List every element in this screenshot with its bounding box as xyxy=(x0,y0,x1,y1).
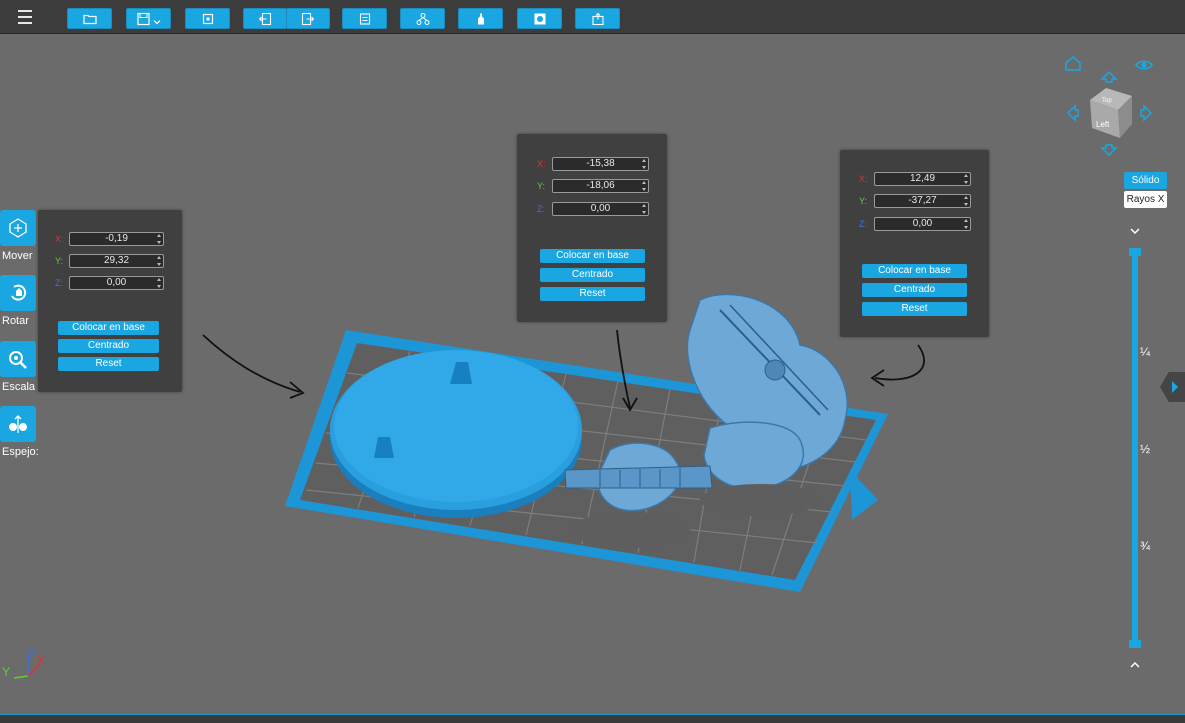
axis-x-label: X xyxy=(37,653,45,667)
print-button[interactable] xyxy=(575,8,620,29)
y-input[interactable]: -37,27 xyxy=(874,194,971,208)
x-label: X: xyxy=(859,174,868,184)
x-input[interactable]: -15,38 xyxy=(552,157,649,171)
z-input[interactable]: 0,00 xyxy=(552,202,649,216)
axis-z-label: Z xyxy=(29,647,36,661)
z-input[interactable]: 0,00 xyxy=(69,276,164,290)
mirror-label: Espejo: xyxy=(2,446,39,458)
move-label: Mover xyxy=(2,250,33,262)
move-tool[interactable]: Mover xyxy=(0,210,37,262)
save-button[interactable] xyxy=(126,8,171,29)
x-label: X: xyxy=(55,234,64,244)
mirror-tool[interactable]: Espejo: xyxy=(0,406,39,458)
x-input[interactable]: -0,19 xyxy=(69,232,164,246)
supports-button[interactable] xyxy=(400,8,445,29)
solid-view-button[interactable]: Sólido xyxy=(1124,172,1167,189)
redo-icon xyxy=(301,12,315,25)
slider-bottom-handle[interactable] xyxy=(1129,640,1141,648)
y-input[interactable]: 29,32 xyxy=(69,254,164,268)
x-input[interactable]: 12,49 xyxy=(874,172,971,186)
z-label: Z: xyxy=(55,278,63,288)
rotate-icon[interactable] xyxy=(0,275,36,311)
slider-half-label: ½ xyxy=(1140,442,1151,456)
import-icon xyxy=(202,13,213,24)
hamburger-menu-icon[interactable] xyxy=(8,6,42,28)
move-panel-middle: X: -15,38 Y: -18,06 Z: 0,00 Colocar en b… xyxy=(517,134,667,322)
view-right-arrow-icon[interactable] xyxy=(1140,104,1153,122)
z-label: Z: xyxy=(859,219,867,229)
hollow-button[interactable] xyxy=(458,8,503,29)
top-toolbar xyxy=(0,0,1185,34)
y-label: Y: xyxy=(537,181,546,191)
reset-button[interactable]: Reset xyxy=(862,302,967,316)
z-input[interactable]: 0,00 xyxy=(874,217,971,231)
view-down-arrow-icon[interactable] xyxy=(1100,144,1118,157)
center-button[interactable]: Centrado xyxy=(540,268,645,282)
place-on-base-button[interactable]: Colocar en base xyxy=(862,264,967,278)
view-up-arrow-icon[interactable] xyxy=(1100,70,1118,83)
y-label: Y: xyxy=(859,196,868,206)
cube-face-label: Left xyxy=(1096,120,1110,129)
rotate-label: Rotar xyxy=(2,315,29,327)
scale-tool[interactable]: Escala xyxy=(0,341,37,393)
x-label: X: xyxy=(537,159,546,169)
view-cube[interactable]: Left Top xyxy=(1090,88,1132,138)
save-icon xyxy=(136,12,160,25)
scale-icon[interactable] xyxy=(0,341,36,377)
home-view-icon[interactable] xyxy=(1065,56,1081,71)
eye-icon[interactable] xyxy=(1135,60,1153,70)
base-disc-model xyxy=(330,350,582,518)
y-label: Y: xyxy=(55,256,64,266)
open-folder-icon xyxy=(82,14,97,24)
axis-y-label: Y xyxy=(2,665,10,679)
frame-button[interactable] xyxy=(517,8,562,29)
slider-three-quarter-label: ¾ xyxy=(1140,539,1151,553)
undo-icon xyxy=(258,12,272,25)
undo-button[interactable] xyxy=(243,8,287,29)
rotate-tool[interactable]: Rotar xyxy=(0,275,37,327)
open-folder-button[interactable] xyxy=(67,8,112,29)
redo-button[interactable] xyxy=(286,8,330,29)
move-panel-left: X: -0,19 Y: 29,32 Z: 0,00 Colocar en bas… xyxy=(38,210,182,392)
center-button[interactable]: Centrado xyxy=(58,339,159,353)
scale-label: Escala xyxy=(2,381,36,393)
reset-button[interactable]: Reset xyxy=(540,287,645,301)
slider-top-handle[interactable] xyxy=(1129,248,1141,256)
layers-icon xyxy=(359,12,370,25)
layers-button[interactable] xyxy=(342,8,387,29)
slider-quarter-label: ¼ xyxy=(1140,345,1151,359)
reset-button[interactable]: Reset xyxy=(58,357,159,371)
xray-view-button[interactable]: Rayos X xyxy=(1124,191,1167,208)
frame-icon xyxy=(534,13,545,24)
import-button[interactable] xyxy=(185,8,230,29)
supports-icon xyxy=(416,12,429,25)
move-panel-right: X: 12,49 Y: -37,27 Z: 0,00 Colocar en ba… xyxy=(840,150,989,337)
y-input[interactable]: -18,06 xyxy=(552,179,649,193)
chevron-up-icon[interactable] xyxy=(1130,661,1140,668)
print-box-icon xyxy=(591,12,604,25)
view-left-arrow-icon[interactable] xyxy=(1066,104,1079,122)
place-on-base-button[interactable]: Colocar en base xyxy=(58,321,159,335)
place-on-base-button[interactable]: Colocar en base xyxy=(540,249,645,263)
cube-top-label: Top xyxy=(1102,98,1112,104)
move-icon[interactable] xyxy=(0,210,36,246)
mirror-icon[interactable] xyxy=(0,406,36,442)
chevron-down-icon[interactable] xyxy=(1130,228,1140,235)
center-button[interactable]: Centrado xyxy=(862,283,967,297)
axes-gizmo: Z X Y xyxy=(2,647,45,679)
bottle-icon xyxy=(477,13,484,24)
z-label: Z: xyxy=(537,204,545,214)
